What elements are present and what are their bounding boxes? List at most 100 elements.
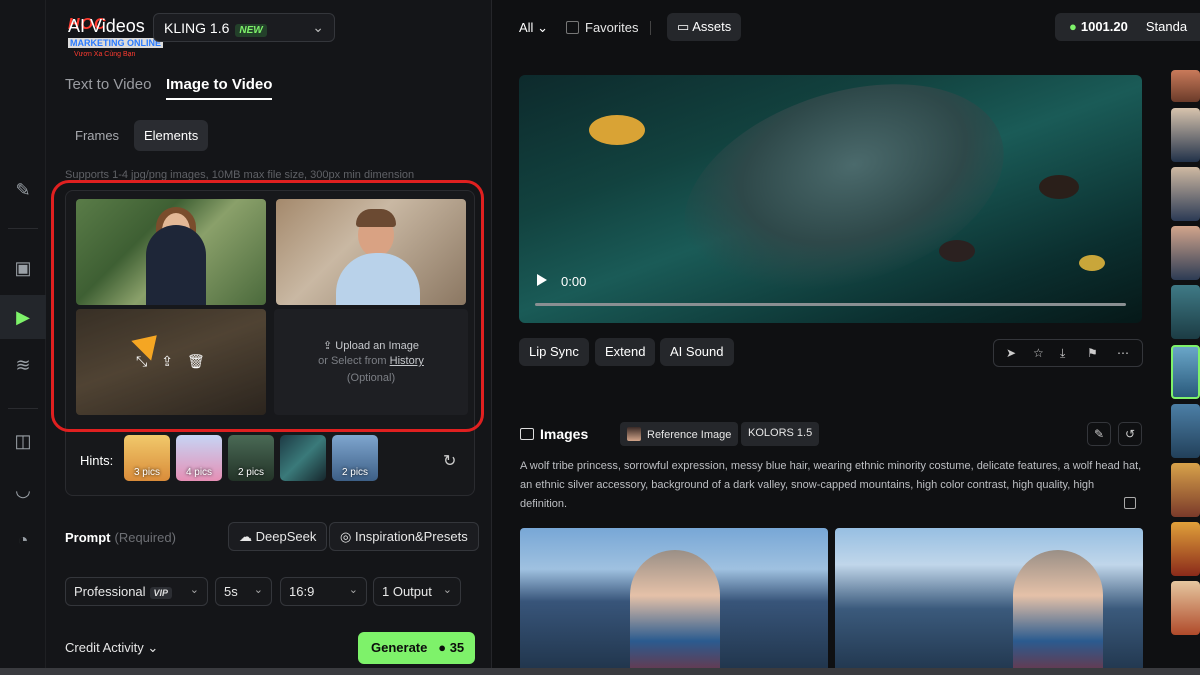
flag-icon[interactable]: ⚑ [1087,346,1098,360]
inspiration-button[interactable]: ◎ Inspiration&Presets [329,522,479,551]
filter-value: All [519,20,534,35]
favorites-toggle[interactable]: Favorites [566,20,638,35]
output-value: 1 Output [382,584,432,599]
model-icon[interactable]: ◫ [11,429,35,453]
deepseek-icon: ☁ [239,529,256,544]
model-select[interactable]: KLING 1.6 NEW ⌄ [153,13,335,42]
duration-select[interactable]: 5s ⌄ [215,577,272,606]
chevron-down-icon: ⌄ [253,584,263,596]
video-progress[interactable] [535,303,1126,306]
history-thumb[interactable] [1171,285,1200,339]
reference-image-tag[interactable]: Reference Image [620,422,739,446]
favorites-label: Favorites [585,20,639,35]
chevron-down-icon: ⌄ [147,640,159,655]
hint-thumb[interactable]: 2 pics [228,435,274,481]
quality-value: Professional [74,584,146,599]
checkbox[interactable] [566,21,579,34]
tab-text-to-video[interactable]: Text to Video [65,76,151,93]
history-thumb[interactable] [1171,226,1200,280]
ai-sound-button[interactable]: AI Sound [660,338,734,366]
segment-elements[interactable]: Elements [134,120,209,151]
brush-icon[interactable]: ✎ [11,178,35,202]
history-thumb[interactable] [1171,522,1200,576]
credits-value: 1001.20 [1080,19,1128,34]
send-icon[interactable]: ➤ [1006,346,1016,360]
fish-shape [939,240,975,262]
generated-image-2[interactable] [835,528,1143,675]
new-badge: NEW [235,24,267,37]
lips-icon[interactable]: ◡ [11,478,35,502]
credit-drop-icon: ● [438,640,447,655]
play-icon[interactable] [537,274,547,286]
generated-image-1[interactable] [520,528,828,675]
plan-label: Standa [1145,19,1188,34]
generate-button[interactable]: Generate ● 35 [358,632,475,664]
audio-icon[interactable]: ≋ [11,353,35,377]
history-thumb[interactable] [1171,404,1200,458]
chevron-down-icon: ⌄ [442,584,452,596]
prompt-title: Prompt [65,530,111,545]
hint-thumb[interactable] [280,435,326,481]
vip-badge: VIP [149,587,173,599]
refresh-icon[interactable]: ↻ [443,451,456,471]
logo-line2: Vươn Xa Cùng Bạn [74,51,136,58]
download-icon[interactable]: ⤓ [1060,346,1065,361]
hint-thumb[interactable]: 2 pics [332,435,378,481]
edit-icon[interactable]: ✎ [1087,422,1111,446]
image-icon[interactable]: ▣ [11,256,35,280]
reference-tag-label: Reference Image [647,429,732,441]
page-title: AI Videos [68,16,145,36]
left-rail: ✎ ▣ ▶ ≋ ◫ ◡ ◔ [0,0,46,675]
copy-icon[interactable] [1124,497,1136,509]
chevron-down-icon: ⌄ [312,19,324,35]
model-tag: KOLORS 1.5 [741,422,820,446]
ratio-value: 16:9 [289,584,315,599]
whale-shape [657,75,1031,323]
more-icon[interactable]: ⋯ [1117,346,1129,360]
output-select[interactable]: 1 Output ⌄ [373,577,461,606]
folder-icon: ▭ [677,19,693,34]
history-thumb[interactable] [1171,70,1200,102]
history-icon[interactable]: ◔ [11,528,35,552]
hint-thumb[interactable]: 4 pics [176,435,222,481]
generate-cost: 35 [449,640,465,655]
deepseek-button[interactable]: ☁ DeepSeek [228,522,328,551]
lip-sync-button[interactable]: Lip Sync [519,338,589,366]
history-thumb-selected[interactable] [1171,345,1200,399]
rail-divider [8,408,38,409]
hint-count: 3 pics [133,467,161,478]
reuse-icon[interactable]: ↺ [1118,422,1142,446]
credits-balance[interactable]: ● 1001.20 Standa [1055,13,1200,41]
fish-shape [589,115,645,145]
hint-thumb[interactable]: 3 pics [124,435,170,481]
bottom-scrollbar[interactable] [0,668,1200,675]
credit-activity[interactable]: Credit Activity ⌄ [65,640,158,656]
video-player[interactable]: 0:00 [519,75,1142,323]
history-thumb[interactable] [1171,581,1200,635]
credit-drop-icon: ● [1069,19,1077,34]
segment-frames[interactable]: Frames [65,120,129,151]
history-strip [1168,70,1200,675]
history-thumb[interactable] [1171,108,1200,162]
annotation-highlight [51,180,484,432]
images-title-text: Images [540,426,589,442]
filter-select[interactable]: All ⌄ [519,20,548,36]
assets-button[interactable]: ▭ Assets [667,13,742,41]
video-icon[interactable]: ▶ [0,295,46,339]
hint-count: 4 pics [185,467,213,478]
history-thumb[interactable] [1171,167,1200,221]
assets-label: Assets [692,19,732,34]
ratio-select[interactable]: 16:9 ⌄ [280,577,367,606]
generate-label: Generate [371,640,428,655]
quality-select[interactable]: Professional VIP ⌄ [65,577,208,606]
tab-image-to-video[interactable]: Image to Video [166,76,273,100]
prompt-label: Prompt (Required) [65,530,176,545]
hints-label: Hints: [80,453,114,468]
chevron-down-icon: ⌄ [348,584,358,596]
hint-count: 2 pics [341,467,369,478]
extend-button[interactable]: Extend [595,338,656,366]
chevron-down-icon: ⌄ [189,584,199,596]
history-thumb[interactable] [1171,463,1200,517]
star-icon[interactable]: ☆ [1033,346,1044,360]
video-time: 0:00 [561,274,587,289]
